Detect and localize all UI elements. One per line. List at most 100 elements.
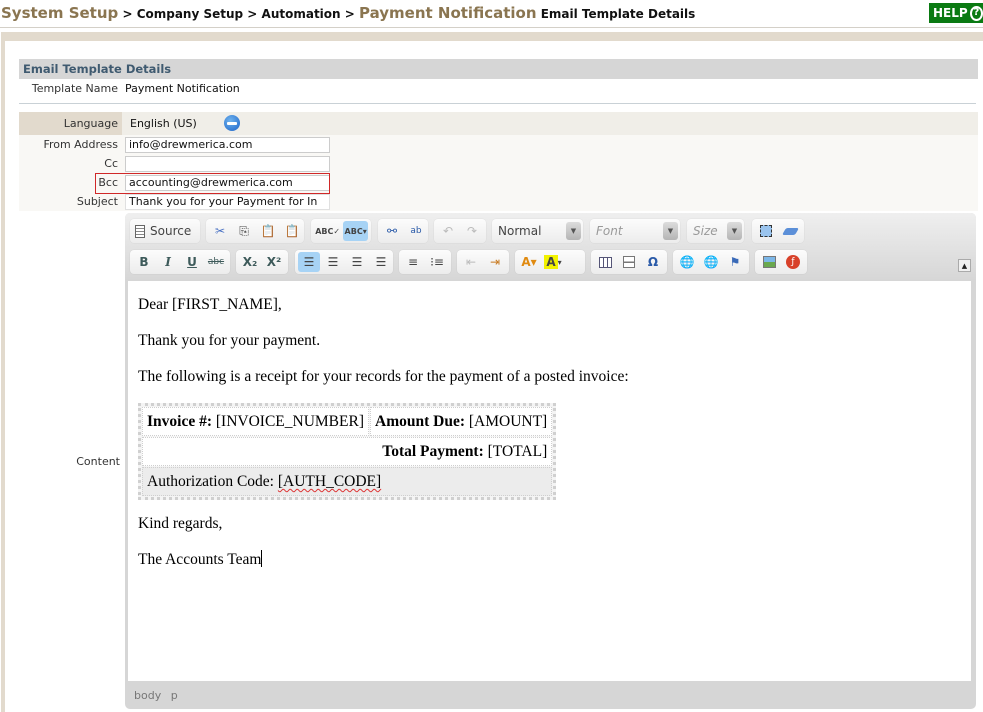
collapse-toolbar-button[interactable]: ▲ [958,259,971,272]
bcc-input[interactable]: accounting@drewmerica.com [125,174,330,191]
font-placeholder: Font [596,224,623,238]
email-fields: From Address info@drewmerica.com Cc Bcc … [19,135,978,211]
list-group: ≡ ⁝≡ [399,250,451,274]
redo-button[interactable]: ↷ [461,221,483,241]
from-address-input[interactable]: info@drewmerica.com [125,136,330,153]
replace-icon: ab [410,226,422,236]
link-group: 🌐 🌐 ⚑ [673,250,749,274]
flash-button[interactable]: ƒ [782,252,804,272]
anchor-button[interactable]: ⚑ [724,252,746,272]
format-select[interactable]: Normal ▼ [492,219,583,243]
subject-label: Subject [76,195,118,208]
greeting-paragraph: Dear [FIRST_NAME], [138,296,282,313]
copy-button[interactable]: ⎘ [233,221,255,241]
receipt-row: Invoice #: [INVOICE_NUMBER] Amount Due: … [142,407,553,436]
underline-button[interactable]: U [181,252,203,272]
undo-group: ↶ ↷ [434,219,486,243]
maximize-icon [760,225,772,237]
color-group: A▾ A ▾ [515,250,585,274]
horizontal-rule-button[interactable] [618,252,640,272]
table-button[interactable] [594,252,616,272]
path-item-p[interactable]: p [171,689,178,702]
indent-icon: ⇥ [489,255,501,269]
special-char-button[interactable]: Ω [642,252,664,272]
numbered-list-icon: ≡ [407,255,419,269]
scissors-icon: ✂ [214,224,226,238]
subscript-button[interactable]: X₂ [239,252,261,272]
indent-button[interactable]: ⇥ [484,252,506,272]
editor-content-area[interactable]: Dear [FIRST_NAME], Thank you for your pa… [128,281,971,681]
italic-button[interactable]: I [157,252,179,272]
source-label: Source [150,224,192,238]
path-item-body[interactable]: body [134,689,161,702]
remove-language-icon[interactable] [224,115,240,131]
justify-button[interactable]: ☰ [370,252,392,272]
background-color-button[interactable]: A ▾ [542,252,564,272]
link-button[interactable]: 🌐 [676,252,698,272]
paste-button[interactable]: 📋 [257,221,279,241]
table-icon [598,256,612,268]
closing-paragraph: Kind regards, [138,515,223,532]
replace-button[interactable]: ab [405,221,427,241]
spellcheck-button[interactable]: ABC✓ [314,221,341,241]
paste-icon: 📋 [260,224,276,238]
align-center-button[interactable]: ☰ [322,252,344,272]
font-select[interactable]: Font ▼ [590,219,680,243]
breadcrumb-payment-notification[interactable]: Payment Notification [359,4,537,22]
justify-icon: ☰ [375,255,387,269]
align-right-button[interactable]: ☰ [346,252,368,272]
paste-word-button[interactable]: 📋 [281,221,303,241]
breadcrumb-system-setup[interactable]: System Setup [1,4,118,22]
undo-button[interactable]: ↶ [437,221,459,241]
find-button[interactable]: ⚯ [381,221,403,241]
binoculars-icon: ⚯ [386,224,398,238]
text-color-button[interactable]: A▾ [518,252,540,272]
numbered-list-button[interactable]: ≡ [402,252,424,272]
bulleted-list-button[interactable]: ⁝≡ [426,252,448,272]
breadcrumb-company-automation[interactable]: > Company Setup > Automation > [118,7,359,21]
outdent-button[interactable]: ⇤ [460,252,482,272]
section-divider [19,103,976,104]
superscript-button[interactable]: X² [263,252,285,272]
size-select[interactable]: Size ▼ [687,219,744,243]
template-name-label: Template Name [31,82,118,95]
omega-icon: Ω [647,255,659,269]
align-left-button[interactable]: ☰ [298,252,320,272]
unlink-globe-icon: 🌐 [703,255,719,269]
image-button[interactable] [758,252,780,272]
invoice-label: Invoice #: [147,413,213,430]
signature-paragraph-wrap: The Accounts Team [138,550,961,569]
amount-label: Amount Due: [375,413,465,430]
cc-label: Cc [104,157,118,170]
help-button[interactable]: HELP ? [929,3,983,23]
spellcheck-as-you-type-button[interactable]: ABC▾ [343,221,368,241]
unlink-button[interactable]: 🌐 [700,252,722,272]
abc-check-icon: ABC✓ [315,226,341,236]
cc-input[interactable] [125,155,330,172]
spellcheck-group: ABC✓ ABC▾ [311,219,371,243]
clipboard-group: ✂ ⎘ 📋 📋 [206,219,304,243]
highlight-color-icon: A [544,255,558,269]
breadcrumb: System Setup > Company Setup > Automatio… [1,4,695,22]
maximize-button[interactable] [755,221,777,241]
section-title: Email Template Details [19,59,978,79]
eraser-icon [781,227,799,235]
document-icon [135,224,145,238]
editor-toolbar: Source ✂ ⎘ 📋 📋 ABC✓ ABC▾ ⚯ ab ↶ ↷ Normal… [125,213,976,281]
help-question-icon: ? [969,5,983,21]
align-center-icon: ☰ [327,255,339,269]
chevron-down-icon: ▼ [663,222,678,240]
total-value: [TOTAL] [483,443,548,460]
find-group: ⚯ ab [378,219,428,243]
receipt-row: Total Payment: [TOTAL] [142,437,553,466]
remove-format-button[interactable] [779,221,801,241]
bold-button[interactable]: B [133,252,155,272]
strikethrough-button[interactable]: abc [205,252,227,272]
signature-paragraph: The Accounts Team [138,551,262,568]
cut-button[interactable]: ✂ [209,221,231,241]
subject-input[interactable]: Thank you for your Payment for In [125,193,330,210]
language-label: Language [19,112,122,135]
breadcrumb-current-page: Email Template Details [536,7,696,21]
source-button[interactable]: Source [133,221,193,241]
invoice-cell: Invoice #: [INVOICE_NUMBER] [142,407,369,436]
